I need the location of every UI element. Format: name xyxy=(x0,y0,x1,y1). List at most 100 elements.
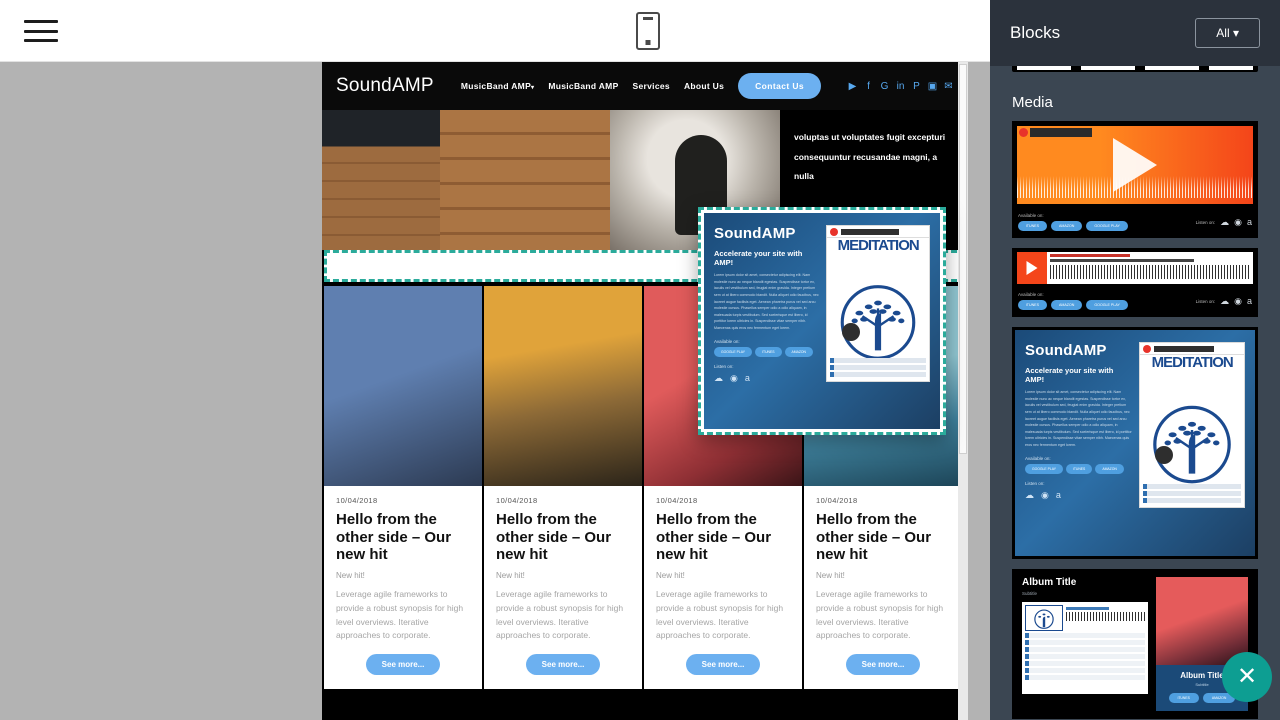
blog-card-text: Leverage agile frameworks to provide a r… xyxy=(656,589,784,641)
blog-card-subtitle: New hit! xyxy=(656,571,685,581)
drag-preview-block[interactable]: SoundAMP Accelerate your site with AMP! … xyxy=(698,207,946,435)
store-pill-amazon[interactable]: AMAZON xyxy=(1050,221,1083,231)
album-cover-thumb xyxy=(1025,605,1063,631)
blocks-panel: Blocks All ▾ Media Available on: iTUNES … xyxy=(990,0,1280,720)
blocks-filter-dropdown[interactable]: All ▾ xyxy=(1195,18,1260,48)
google-plus-icon[interactable]: G xyxy=(879,81,890,92)
hamburger-line xyxy=(24,39,58,42)
close-panel-button[interactable]: ✕ xyxy=(1222,652,1272,702)
store-pill-google-play[interactable]: GOOGLE PLAY xyxy=(1025,463,1064,474)
spotify-icon[interactable]: ◉ xyxy=(1041,490,1049,501)
see-more-button[interactable]: See more... xyxy=(525,654,601,676)
album-track-row[interactable] xyxy=(1025,633,1145,638)
blog-card-subtitle: New hit! xyxy=(496,571,525,581)
album-track-row[interactable] xyxy=(1143,497,1241,503)
see-more-button[interactable]: See more... xyxy=(365,654,441,676)
social-links: ▶ f G in P ▣ ✉ xyxy=(847,81,954,92)
block-thumbnail-partial[interactable] xyxy=(1012,66,1258,72)
store-pill-itunes[interactable]: ITUNES xyxy=(755,346,782,357)
album-track-row[interactable] xyxy=(830,372,926,378)
store-pill-amazon[interactable]: AMAZON xyxy=(1050,300,1083,310)
twitter-icon[interactable]: ✉ xyxy=(943,81,954,92)
contact-us-button[interactable]: Contact Us xyxy=(738,73,821,99)
amazon-icon[interactable]: a xyxy=(1247,296,1252,306)
blog-card[interactable]: 10/04/2018 Hello from the other side – O… xyxy=(484,286,642,690)
store-pill-itunes[interactable]: iTUNES xyxy=(1066,463,1093,474)
see-more-button[interactable]: See more... xyxy=(845,654,921,676)
tree-illustration-icon xyxy=(840,285,916,360)
blog-card-text: Leverage agile frameworks to provide a r… xyxy=(496,589,624,641)
blog-card-title: Hello from the other side – Our new hit xyxy=(336,511,452,564)
instagram-icon[interactable]: ▣ xyxy=(927,81,938,92)
block-thumbnail-amp-promo[interactable]: SoundAMP Accelerate your site with AMP! … xyxy=(1012,327,1258,559)
pinterest-icon[interactable]: P xyxy=(911,81,922,92)
album-track-row[interactable] xyxy=(1025,640,1145,645)
blog-card-subtitle: New hit! xyxy=(336,571,365,581)
available-on-label: Available on: xyxy=(1018,292,1044,297)
nav-item-services[interactable]: Services xyxy=(633,81,670,91)
blog-card-text: Leverage agile frameworks to provide a r… xyxy=(816,589,944,641)
store-pill-amazon[interactable]: AMAZON xyxy=(1095,463,1124,474)
album-track-row[interactable] xyxy=(1143,490,1241,496)
facebook-icon[interactable]: f xyxy=(863,81,874,92)
nav-item-musicband-amp-dropdown[interactable]: MusicBand AMP▾ xyxy=(461,81,535,91)
hero-line-1: voluptas ut voluptates fugit excepturi xyxy=(794,132,946,142)
block-thumbnail-video[interactable]: Available on: iTUNES AMAZON GOOGLE PLAY … xyxy=(1012,121,1258,238)
soundcloud-icon[interactable]: ☁ xyxy=(1025,490,1034,501)
linkedin-icon[interactable]: in xyxy=(895,81,906,92)
panel-title: Blocks xyxy=(1010,23,1061,42)
album-badge xyxy=(1154,446,1173,465)
see-more-button[interactable]: See more... xyxy=(685,654,761,676)
spotify-icon[interactable]: ◉ xyxy=(1234,296,1242,307)
hamburger-line xyxy=(24,20,58,23)
soundcloud-icon[interactable]: ☁ xyxy=(1220,217,1229,228)
store-pill-itunes[interactable]: iTUNES xyxy=(1018,300,1047,310)
hamburger-menu-icon[interactable] xyxy=(24,16,58,46)
amazon-icon[interactable]: a xyxy=(1247,217,1252,227)
tree-illustration-icon xyxy=(1153,405,1231,484)
hero-image-guitarist xyxy=(322,110,440,250)
store-pill-amazon[interactable]: AMAZON xyxy=(784,346,814,357)
store-pill-google-play[interactable]: GOOGLE PLAY xyxy=(1086,221,1128,231)
album-artwork: MEDITATION xyxy=(826,225,930,383)
album-block-title: Album Title xyxy=(1022,577,1077,588)
spotify-icon[interactable]: ◉ xyxy=(730,373,738,384)
editor-workspace: SoundAMP MusicBand AMP▾ MusicBand AMP Se… xyxy=(0,62,990,720)
album-block-subtitle: Subtitle xyxy=(1022,591,1038,596)
listen-on-label: Listen on: xyxy=(1195,298,1216,304)
top-toolbar xyxy=(0,0,990,62)
youtube-icon[interactable]: ▶ xyxy=(847,81,858,92)
youtube-icon xyxy=(1019,128,1028,137)
album-track-row[interactable] xyxy=(1025,647,1145,652)
album-word: MEDITATION xyxy=(837,237,920,254)
amazon-icon[interactable]: a xyxy=(745,373,750,384)
album-track-row[interactable] xyxy=(1025,661,1145,666)
available-on-label: Available on: xyxy=(1018,213,1044,218)
album-feature-photo xyxy=(1156,577,1248,666)
nav-item-musicband-amp[interactable]: MusicBand AMP xyxy=(548,81,618,91)
store-pill-itunes[interactable]: iTUNES xyxy=(1168,693,1199,704)
album-badge xyxy=(841,323,860,342)
amazon-icon[interactable]: a xyxy=(1056,490,1061,501)
blocks-panel-body[interactable]: Media Available on: iTUNES AMAZON GOOGLE… xyxy=(990,66,1280,720)
nav-item-about-us[interactable]: About Us xyxy=(684,81,724,91)
waveform xyxy=(1017,176,1253,198)
album-track-row[interactable] xyxy=(1143,483,1241,489)
block-thumbnail-album[interactable]: Album Title Subtitle Album Title Subtitl… xyxy=(1012,569,1258,719)
soundcloud-icon[interactable]: ☁ xyxy=(714,373,723,384)
spotify-icon[interactable]: ◉ xyxy=(1234,217,1242,228)
album-track-row[interactable] xyxy=(830,365,926,371)
blog-card[interactable]: 10/04/2018 Hello from the other side – O… xyxy=(324,286,482,690)
album-track-row[interactable] xyxy=(1025,675,1145,680)
store-pill-google-play[interactable]: GOOGLE PLAY xyxy=(1086,300,1128,310)
block-thumbnail-audio[interactable]: Available on: iTUNES AMAZON GOOGLE PLAY … xyxy=(1012,248,1258,317)
album-track-row[interactable] xyxy=(1025,668,1145,673)
canvas-scrollbar[interactable]: ▲ xyxy=(958,62,968,720)
canvas-scrollbar-thumb[interactable] xyxy=(959,64,967,454)
soundcloud-icon[interactable]: ☁ xyxy=(1220,296,1229,307)
album-track-row[interactable] xyxy=(830,358,926,364)
album-track-row[interactable] xyxy=(1025,654,1145,659)
mobile-preview-icon[interactable] xyxy=(636,12,660,50)
store-pill-itunes[interactable]: iTUNES xyxy=(1018,221,1047,231)
store-pill-google-play[interactable]: GOOGLE PLAY xyxy=(714,346,753,357)
